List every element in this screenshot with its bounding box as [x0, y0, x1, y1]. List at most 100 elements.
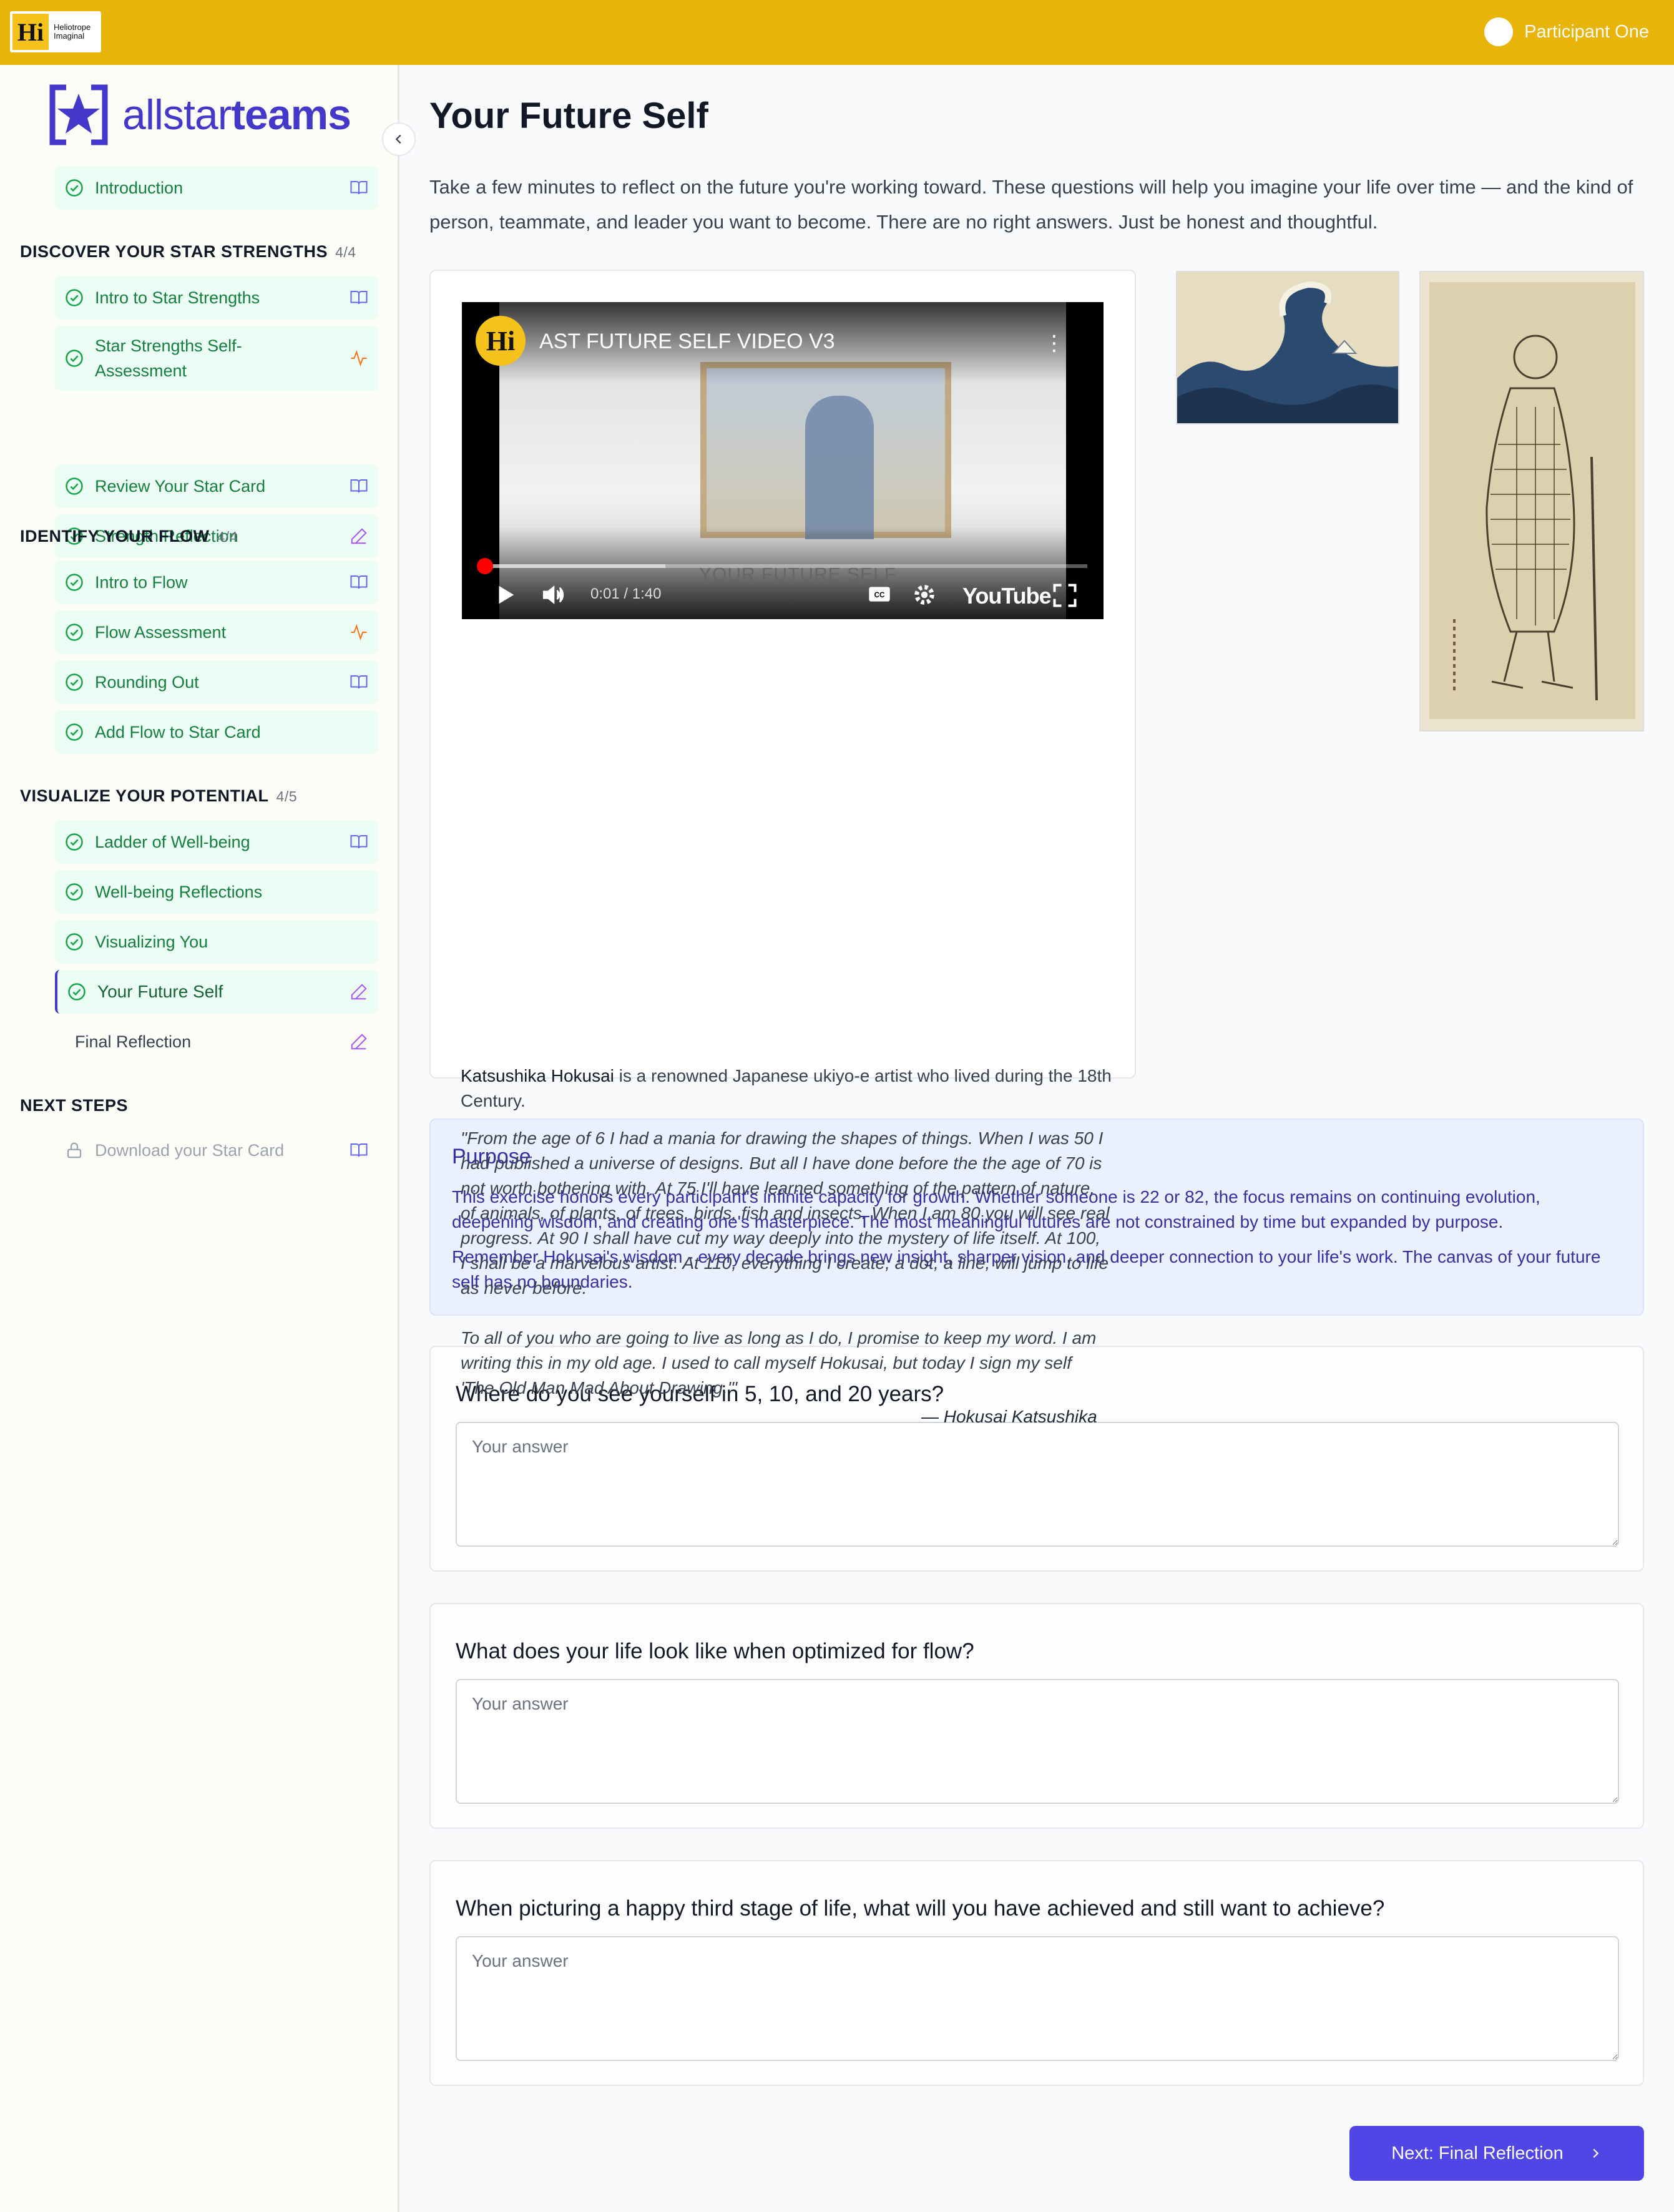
- section-heading-next-steps: NEXT STEPS: [20, 1096, 128, 1115]
- play-icon[interactable]: [493, 582, 517, 608]
- check-circle-icon: [66, 477, 83, 495]
- sidebar-item-label: Add Flow to Star Card: [95, 723, 261, 741]
- check-circle-icon: [66, 179, 83, 197]
- video-scrubber[interactable]: [477, 558, 493, 574]
- answer-input-1[interactable]: [456, 1422, 1619, 1547]
- next-button-label: Next: Final Reflection: [1391, 2143, 1564, 2163]
- sidebar-item-ladder-wellbeing[interactable]: Ladder of Well-being: [55, 820, 378, 864]
- check-circle-icon: [66, 350, 83, 367]
- channel-avatar[interactable]: Hi: [476, 316, 526, 366]
- section-title: IDENTIFY YOUR FLOW: [20, 527, 210, 546]
- quote-paragraph-2: To all of you who are going to live as l…: [461, 1328, 1097, 1397]
- book-icon: [350, 1143, 368, 1157]
- check-circle-icon: [66, 624, 83, 641]
- quote-attribution: — Hokusai Katsushika: [921, 1407, 1097, 1426]
- answer-input-2[interactable]: [456, 1679, 1619, 1804]
- check-circle-icon: [68, 983, 86, 1001]
- sidebar-item-label: Introduction: [95, 179, 184, 197]
- sidebar-item-label: Your Future Self: [97, 982, 223, 1001]
- portrait-paper: [1429, 282, 1635, 719]
- section-title: DISCOVER YOUR STAR STRENGTHS: [20, 242, 328, 261]
- sidebar-item-rounding-out[interactable]: Rounding Out: [55, 660, 378, 704]
- section-title: VISUALIZE YOUR POTENTIAL: [20, 786, 269, 805]
- hokusai-portrait-image: [1419, 271, 1644, 732]
- sidebar-item-wellbeing-reflections[interactable]: Well-being Reflections: [55, 870, 378, 914]
- check-circle-icon: [66, 883, 83, 901]
- check-circle-icon: [66, 933, 83, 951]
- sidebar-item-add-flow-star-card[interactable]: Add Flow to Star Card: [55, 710, 378, 754]
- book-icon: [350, 675, 368, 689]
- sidebar-item-label: Intro to Flow: [95, 573, 188, 592]
- sidebar-item-intro-to-flow[interactable]: Intro to Flow: [55, 560, 378, 604]
- sidebar-item-flow-assessment[interactable]: Flow Assessment: [55, 610, 378, 654]
- settings-gear-icon[interactable]: [911, 582, 937, 608]
- activity-icon: [351, 624, 367, 641]
- fullscreen-icon[interactable]: [1051, 582, 1079, 609]
- logo-text-line2: Imaginal: [54, 31, 85, 41]
- video-player[interactable]: Hi AST FUTURE SELF VIDEO V3 ⋮ YOUR FUTUR…: [462, 302, 1104, 619]
- sidebar-item-visualizing-you[interactable]: Visualizing You: [55, 920, 378, 964]
- intro-text: Take a few minutes to reflect on the fut…: [429, 176, 1633, 233]
- book-icon: [350, 291, 368, 305]
- pencil-icon: [351, 1034, 367, 1050]
- avatar: [1484, 17, 1514, 46]
- captions-icon[interactable]: CC: [865, 582, 894, 607]
- volume-icon[interactable]: [539, 582, 568, 608]
- video-buffer: [484, 564, 665, 568]
- video-progress-bar[interactable]: [484, 564, 1087, 568]
- sidebar-item-label: Review Your Star Card: [95, 477, 266, 496]
- sidebar-item-label: Well-being Reflections: [95, 883, 263, 901]
- book-icon: [350, 835, 368, 849]
- quote-paragraph-1: "From the age of 6 I had a mania for dra…: [461, 1128, 1110, 1298]
- section-heading-star-strengths: DISCOVER YOUR STAR STRENGTHS 4/4: [20, 242, 356, 262]
- star-logo-icon: [49, 84, 108, 145]
- book-icon: [350, 575, 368, 589]
- question-card-3: When picturing a happy third stage of li…: [429, 1860, 1644, 2086]
- question-text: What does your life look like when optim…: [456, 1639, 974, 1663]
- book-icon: [350, 181, 368, 195]
- great-wave-image: [1176, 271, 1399, 424]
- check-circle-icon: [66, 673, 83, 691]
- question-card-2: What does your life look like when optim…: [429, 1603, 1644, 1829]
- sidebar-item-label: Flow Assessment: [95, 623, 227, 642]
- allstarteams-logo[interactable]: allstarteams: [47, 84, 351, 146]
- user-name: Participant One: [1524, 21, 1649, 42]
- youtube-logo[interactable]: YouTube: [962, 583, 1052, 609]
- book-icon: [350, 479, 368, 493]
- hokusai-intro: Katsushika Hokusai is a renowned Japanes…: [461, 1064, 1122, 1113]
- question-text: When picturing a happy third stage of li…: [456, 1896, 1385, 1921]
- sidebar-item-label: Download your Star Card: [95, 1140, 285, 1160]
- sidebar-item-final-reflection[interactable]: Final Reflection: [55, 1020, 378, 1064]
- sidebar-item-star-strengths-assessment[interactable]: Star Strengths Self-Assessment: [55, 326, 378, 391]
- more-options-icon[interactable]: ⋮: [1044, 331, 1065, 356]
- old-man-drawing: [1453, 335, 1598, 701]
- sidebar-item-introduction[interactable]: Introduction: [55, 166, 378, 210]
- logo-text: Heliotrope Imaginal: [54, 23, 91, 41]
- sidebar-item-your-future-self[interactable]: Your Future Self: [55, 970, 378, 1014]
- sidebar-item-review-star-card[interactable]: Review Your Star Card: [55, 464, 378, 508]
- brand-word-all: allstar: [122, 91, 232, 139]
- pencil-icon: [351, 528, 367, 544]
- answer-input-3[interactable]: [456, 1936, 1619, 2061]
- video-time: 0:01 / 1:40: [590, 585, 662, 602]
- sidebar-item-download-star-card[interactable]: Download your Star Card: [55, 1128, 378, 1172]
- hokusai-quote: "From the age of 6 I had a mania for dra…: [461, 1126, 1110, 1426]
- sidebar-item-intro-star-strengths[interactable]: Intro to Star Strengths: [55, 276, 378, 320]
- sidebar-item-label: Intro to Star Strengths: [95, 288, 260, 307]
- sidebar-item-label: Final Reflection: [75, 1032, 192, 1051]
- sidebar-item-label: Rounding Out: [95, 673, 199, 692]
- next-final-reflection-button[interactable]: Next: Final Reflection: [1349, 2126, 1644, 2181]
- logo-text-line1: Heliotrope: [54, 22, 91, 32]
- heliotrope-logo[interactable]: Hi Heliotrope Imaginal: [10, 11, 101, 52]
- lock-icon: [67, 1142, 82, 1158]
- chevron-left-icon: [395, 134, 401, 144]
- video-title[interactable]: AST FUTURE SELF VIDEO V3: [539, 330, 835, 354]
- sidebar-item-label: Ladder of Well-being: [95, 833, 250, 851]
- check-circle-icon: [66, 289, 83, 306]
- video-card: Hi AST FUTURE SELF VIDEO V3 ⋮ YOUR FUTUR…: [429, 270, 1136, 1079]
- collapse-sidebar-button[interactable]: [382, 122, 416, 156]
- check-circle-icon: [66, 833, 83, 851]
- section-count: 4/4: [217, 529, 238, 545]
- activity-icon: [351, 350, 367, 367]
- user-menu[interactable]: Participant One: [1484, 17, 1649, 46]
